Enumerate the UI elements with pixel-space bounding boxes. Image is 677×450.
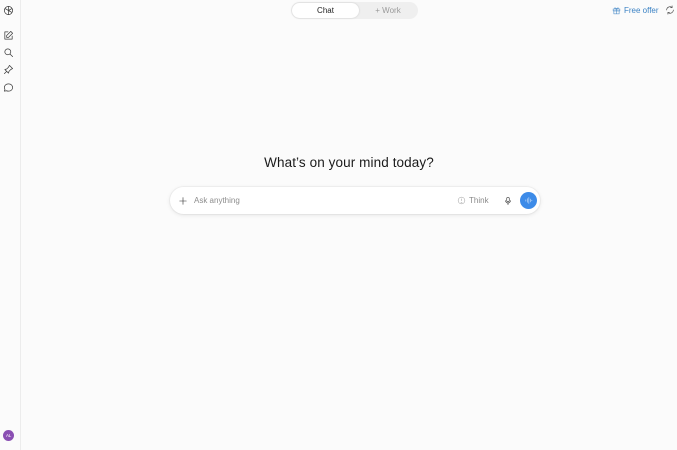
think-label: Think [469,196,489,205]
composer: Think [170,187,540,214]
plus-icon [178,196,187,205]
voice-mode-button[interactable] [520,192,537,209]
waveform-icon [525,197,533,204]
lightbulb-icon [457,196,466,205]
free-offer-button[interactable]: Free offer [612,4,659,16]
pin-icon[interactable] [2,63,15,76]
chat-bubble-icon[interactable] [2,81,15,94]
tab-work[interactable]: + Work [359,3,417,18]
dictate-button[interactable] [501,194,514,207]
gift-icon [612,7,621,14]
sidebar: AL [0,0,21,450]
new-chat-icon[interactable] [2,29,15,42]
page-title: What’s on your mind today? [264,155,434,170]
ask-input[interactable] [194,193,449,208]
microphone-icon [504,196,511,205]
add-attachment-button[interactable] [176,194,189,207]
avatar[interactable]: AL [3,430,14,441]
temporary-chat-icon[interactable] [664,4,675,15]
free-offer-label: Free offer [624,5,659,15]
mode-toggle: Chat + Work [291,2,418,19]
logo-icon[interactable] [2,4,15,17]
search-icon[interactable] [2,46,15,59]
think-button[interactable]: Think [457,194,489,207]
app-window: AL Chat + Work Free offer What’s on your… [0,0,677,450]
tab-chat[interactable]: Chat [292,3,359,18]
main-area: Chat + Work Free offer What’s on your mi… [21,0,677,450]
